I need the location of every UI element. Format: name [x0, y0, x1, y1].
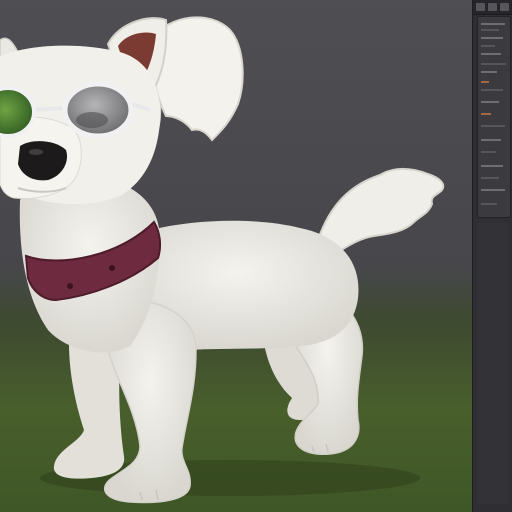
dog-tail — [316, 167, 445, 254]
outliner-panel[interactable] — [477, 222, 509, 504]
property-row[interactable] — [481, 177, 499, 179]
collar-stud — [109, 265, 115, 271]
lens-reflection — [76, 112, 108, 128]
color-swatch[interactable] — [481, 113, 491, 115]
property-row[interactable] — [481, 189, 505, 191]
property-row[interactable] — [481, 151, 496, 153]
glasses-lens-right — [62, 81, 134, 139]
property-row[interactable] — [481, 101, 499, 103]
dog-model-render — [0, 16, 445, 504]
collar-stud — [67, 283, 73, 289]
property-row[interactable] — [481, 53, 501, 55]
property-row[interactable] — [481, 45, 495, 47]
close-icon[interactable] — [476, 3, 485, 11]
panel-toolbar — [473, 0, 512, 15]
nose-highlight — [29, 149, 43, 155]
property-row[interactable] — [481, 37, 503, 39]
property-row[interactable] — [481, 29, 499, 31]
property-row[interactable] — [481, 125, 505, 127]
property-row[interactable] — [481, 89, 503, 91]
properties-list[interactable] — [477, 16, 511, 218]
property-row[interactable] — [481, 71, 497, 73]
minimize-icon[interactable] — [488, 3, 497, 11]
property-row[interactable] — [481, 23, 505, 25]
color-swatch[interactable] — [481, 81, 489, 83]
property-row[interactable] — [481, 203, 497, 205]
application-window — [0, 0, 512, 512]
property-row[interactable] — [481, 63, 506, 65]
menu-icon[interactable] — [500, 3, 509, 11]
property-row[interactable] — [481, 139, 501, 141]
glasses-lens-left — [0, 86, 36, 138]
property-row[interactable] — [481, 165, 503, 167]
properties-side-panel — [472, 0, 512, 512]
3d-viewport[interactable] — [0, 0, 472, 512]
